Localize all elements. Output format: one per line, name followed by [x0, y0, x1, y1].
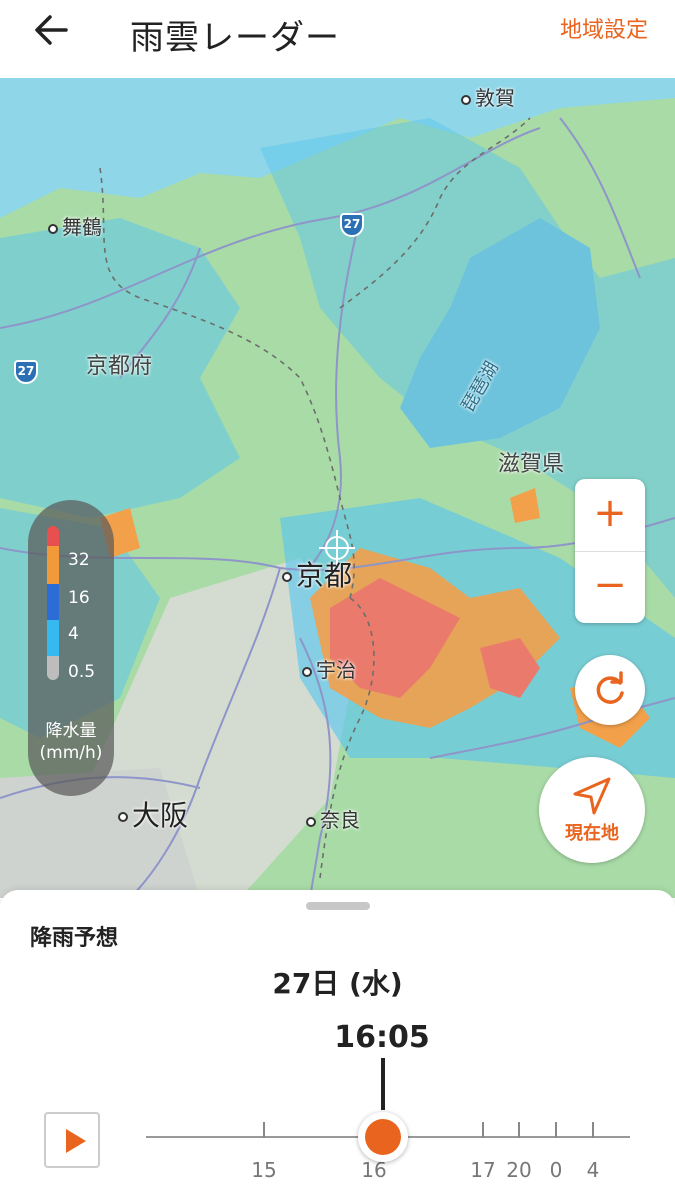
- place-nara: 奈良: [306, 804, 360, 833]
- region-settings-button[interactable]: 地域設定: [560, 12, 648, 44]
- play-icon: [66, 1129, 86, 1153]
- legend-unit-label: 降水量: [45, 721, 97, 741]
- legend-seg-0: [47, 656, 59, 680]
- prefecture-kyoto-label: 京都府: [86, 354, 153, 379]
- legend-tick: 16: [68, 588, 90, 608]
- place-maizuru: 舞鶴: [48, 211, 102, 240]
- timeline-tick: [518, 1122, 520, 1138]
- forecast-date: 27日 (水): [272, 967, 403, 1000]
- timeline-tick: [555, 1122, 557, 1138]
- timeline-tick-label: 15: [251, 1158, 277, 1182]
- route-27-shield: 27: [340, 213, 364, 237]
- legend-tick: 4: [68, 624, 79, 644]
- place-uji: 宇治: [302, 654, 356, 683]
- timeline-tick-label: 0: [549, 1158, 563, 1182]
- legend-tick: 32: [68, 550, 90, 570]
- play-button[interactable]: [44, 1112, 100, 1168]
- timeline-tick-label: 4: [586, 1158, 600, 1182]
- page-title: 雨雲レーダー: [130, 18, 340, 58]
- timeline-tick: [592, 1122, 594, 1138]
- slider-handle-dot: [365, 1119, 401, 1155]
- top-app-bar: 雨雲レーダー 地域設定: [0, 0, 675, 78]
- legend-tick: 0.5: [68, 662, 96, 682]
- place-osaka: 大阪: [118, 794, 188, 834]
- route-27-shield: 27: [14, 360, 38, 384]
- refresh-button[interactable]: [575, 655, 645, 725]
- precipitation-legend: 32 16 4 0.5 降水量 (mm/h): [28, 500, 114, 796]
- arrow-left-icon: [35, 15, 68, 45]
- forecast-sheet: 降雨予想 27日 (水) 16:05 15 16 17 20 0 4: [0, 890, 675, 1200]
- legend-seg-4: [47, 584, 59, 620]
- back-button[interactable]: [28, 12, 76, 48]
- legend-unit: 降水量 (mm/h): [28, 720, 114, 764]
- refresh-icon: [596, 671, 624, 704]
- zoom-controls: + −: [575, 479, 645, 623]
- timeline-tick-label: 17: [470, 1158, 496, 1182]
- sheet-drag-handle[interactable]: [306, 902, 370, 910]
- time-indicator-line: [381, 1058, 385, 1110]
- current-location-label: 現在地: [565, 823, 619, 844]
- navigation-arrow-icon: [573, 777, 611, 815]
- legend-seg-32: [47, 526, 59, 546]
- timeline-slider-handle[interactable]: [358, 1112, 408, 1162]
- zoom-in-button[interactable]: +: [575, 479, 645, 551]
- current-location-button[interactable]: 現在地: [539, 757, 645, 863]
- prefecture-shiga-label: 滋賀県: [498, 452, 565, 477]
- timeline-tick: [263, 1122, 265, 1138]
- timeline-tick-label: 16: [361, 1158, 387, 1182]
- forecast-title: 降雨予想: [30, 926, 119, 951]
- place-kyoto: 京都: [282, 554, 352, 594]
- legend-color-bar: [47, 526, 59, 680]
- timeline-tick-label: 20: [506, 1158, 532, 1182]
- zoom-out-button[interactable]: −: [575, 551, 645, 623]
- legend-seg-16: [47, 546, 59, 584]
- forecast-time: 16:05: [334, 1020, 430, 1055]
- legend-unit-value: (mm/h): [39, 743, 103, 763]
- place-tsuruga: 敦賀: [461, 82, 515, 111]
- legend-seg-05: [47, 620, 59, 656]
- timeline-tick: [482, 1122, 484, 1138]
